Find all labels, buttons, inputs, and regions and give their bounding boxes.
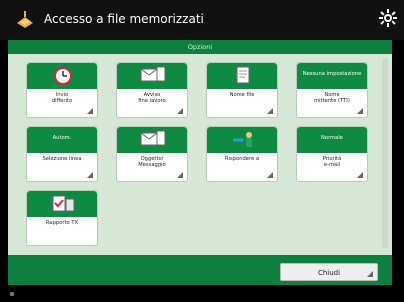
tile-corner-indicator <box>177 172 183 178</box>
tile-status-text: Normale <box>321 135 343 141</box>
tile-corner-indicator <box>357 108 363 114</box>
tile-corner-indicator <box>177 108 183 114</box>
tile-corner-indicator <box>357 172 363 178</box>
document-envelope-icon <box>140 130 166 146</box>
app-title: Accesso a file memorizzati <box>44 12 204 26</box>
report-tx-icon <box>52 195 75 212</box>
tile-rapporto-tx[interactable]: Rapporto TX <box>26 190 98 246</box>
close-button[interactable]: Chiudi <box>280 263 378 281</box>
tile-corner-indicator <box>267 108 273 114</box>
options-subheader: Opzioni <box>8 40 392 54</box>
document-envelope-icon <box>140 66 166 82</box>
tile-invio-differito[interactable]: Invio differito <box>26 62 98 118</box>
top-bar: Accesso a file memorizzati <box>0 0 404 40</box>
gear-icon[interactable] <box>378 8 398 28</box>
person-arrow-icon <box>233 132 252 147</box>
tile-nome-file[interactable]: Nome file <box>206 62 278 118</box>
tile-rispondere-a[interactable]: Rispondere a <box>206 126 278 182</box>
tile-corner-indicator <box>267 172 273 178</box>
tile-nome-mittente[interactable]: Nessuna impostazione Nome mittente (TTI) <box>296 62 368 118</box>
status-indicator <box>10 292 14 296</box>
tile-label: Nome mittente (TTI) <box>314 92 350 104</box>
clock-icon <box>54 67 72 85</box>
tile-label: Selezione linea <box>42 156 82 162</box>
tile-label: Nome file <box>229 92 255 98</box>
tile-corner-indicator <box>87 172 93 178</box>
tile-label: Priorità e-mail <box>322 156 342 168</box>
tile-oggetto-messaggio[interactable]: Oggetto/ Messaggio <box>116 126 188 182</box>
footer-bar: Chiudi <box>8 255 392 285</box>
tile-label: Avviso fine lavoro <box>138 92 166 104</box>
tile-selezione-linea[interactable]: Autom. Selezione linea <box>26 126 98 182</box>
tile-label: Rispondere a <box>224 156 260 162</box>
file-icon <box>236 66 250 84</box>
tile-status-text: Autom. <box>52 135 72 141</box>
options-panel: Invio differito Avviso fine lavoro Nome … <box>8 54 392 255</box>
tile-label: Oggetto/ Messaggio <box>138 156 166 168</box>
app-icon <box>14 8 36 30</box>
tile-label: Rapporto TX <box>45 220 79 226</box>
tile-corner-indicator <box>87 108 93 114</box>
button-corner-indicator <box>367 271 373 277</box>
tile-status-text: Nessuna impostazione <box>302 71 362 77</box>
scrollbar[interactable] <box>382 58 388 248</box>
tile-priorita-email[interactable]: Normale Priorità e-mail <box>296 126 368 182</box>
tile-label: Invio differito <box>51 92 73 104</box>
tile-avviso-fine-lavoro[interactable]: Avviso fine lavoro <box>116 62 188 118</box>
